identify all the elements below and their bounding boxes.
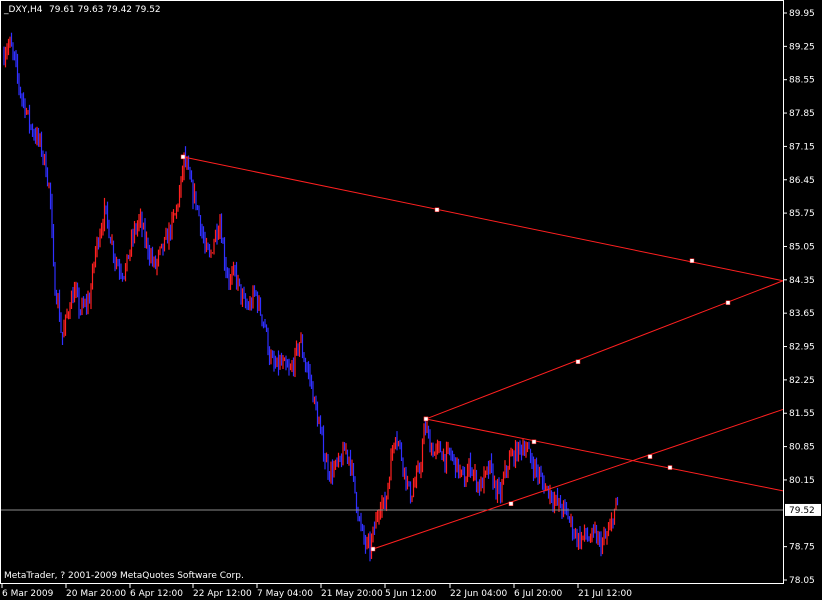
y-tick-label: 84.35 xyxy=(789,276,815,286)
y-tick-label: 89.95 xyxy=(789,9,815,19)
copyright-text: MetaTrader, ? 2001-2009 MetaQuotes Softw… xyxy=(4,571,244,581)
trendline-handle[interactable] xyxy=(180,154,186,160)
trendline-handle[interactable] xyxy=(434,207,440,213)
y-tick-label: 81.55 xyxy=(789,409,815,419)
x-tick-label: 6 Mar 2009 xyxy=(2,589,54,599)
x-tick-label: 7 May 04:00 xyxy=(257,589,313,599)
trendline-handle[interactable] xyxy=(689,258,695,264)
x-tick-label: 22 Apr 12:00 xyxy=(193,589,252,599)
trendline-handle[interactable] xyxy=(575,359,581,365)
y-tick-label: 83.65 xyxy=(789,309,815,319)
trendline-handle[interactable] xyxy=(647,454,653,459)
header-ohlc: 79.61 79.63 79.42 79.52 xyxy=(49,5,161,15)
trendline-handle[interactable] xyxy=(508,501,514,507)
current-price-label: 79.52 xyxy=(789,506,815,516)
y-tick-label: 82.25 xyxy=(789,376,815,386)
trendline-handle[interactable] xyxy=(725,300,731,305)
x-tick-label: 21 Jul 12:00 xyxy=(578,589,632,599)
y-tick-label: 86.45 xyxy=(789,176,815,186)
x-tick-label: 21 May 20:00 xyxy=(321,589,383,599)
y-tick-label: 78.05 xyxy=(789,576,815,586)
y-tick-label: 87.15 xyxy=(789,142,815,152)
y-tick-label: 89.25 xyxy=(789,42,815,52)
y-tick-label: 80.15 xyxy=(789,476,815,486)
y-tick-label: 78.75 xyxy=(789,543,815,553)
y-tick-label: 85.05 xyxy=(789,242,815,252)
y-tick-label: 82.95 xyxy=(789,343,815,353)
y-tick-label: 80.85 xyxy=(789,443,815,453)
trendline-handle[interactable] xyxy=(423,416,429,422)
y-tick-label: 87.85 xyxy=(789,109,815,119)
header-symbol: _DXY,H4 xyxy=(3,5,43,15)
y-tick-label: 85.75 xyxy=(789,209,815,219)
x-tick-label: 22 Jun 04:00 xyxy=(450,589,507,599)
price-chart[interactable]: 89.95 89.25 88.55 87.85 87.15 86.45 85.75 85.05… xyxy=(0,0,822,600)
x-tick-label: 20 Mar 20:00 xyxy=(66,589,126,599)
x-tick-label: 6 Jul 20:00 xyxy=(514,589,563,599)
trendline-handle[interactable] xyxy=(370,546,376,552)
y-tick-label: 88.55 xyxy=(789,76,815,86)
x-tick-label: 6 Apr 12:00 xyxy=(130,589,183,599)
trendline-handle[interactable] xyxy=(667,465,673,470)
trendline-handle[interactable] xyxy=(531,439,537,445)
x-tick-label: 5 Jun 12:00 xyxy=(385,589,437,599)
